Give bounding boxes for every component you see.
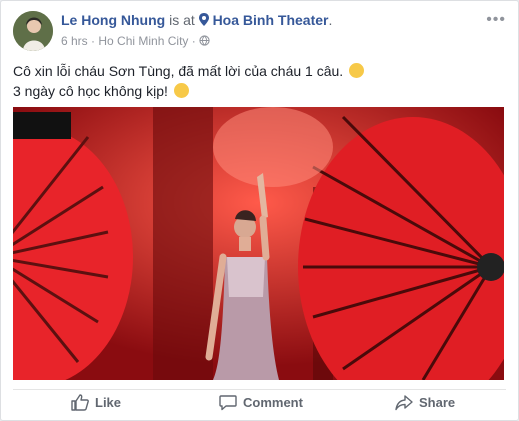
city-link[interactable]: Ho Chi Minh City: [98, 34, 188, 48]
like-button[interactable]: Like: [71, 394, 121, 411]
globe-icon[interactable]: [199, 34, 210, 48]
location-link[interactable]: Hoa Binh Theater: [213, 12, 329, 28]
share-icon: [395, 395, 413, 411]
like-label: Like: [95, 395, 122, 410]
meta-separator: ·: [91, 34, 96, 48]
post-text-line-2-content: 3 ngày cô học không kịp!: [13, 83, 168, 99]
more-options-button[interactable]: •••: [486, 12, 506, 28]
avatar[interactable]: [13, 11, 53, 51]
post-text-line-1-content: Cô xin lỗi cháu Sơn Tùng, đã mất lời của…: [13, 63, 344, 79]
share-label: Share: [419, 395, 456, 410]
meta-separator-2: ·: [191, 34, 196, 48]
sad-face-icon: [173, 83, 189, 98]
author-name[interactable]: Le Hong Nhung: [61, 12, 165, 28]
like-icon: [71, 394, 89, 411]
disappointed-face-icon: [349, 63, 365, 78]
post-meta: 6 hrs · Ho Chi Minh City ·: [61, 34, 210, 48]
comment-button[interactable]: Comment: [219, 394, 303, 411]
comment-icon: [219, 395, 237, 411]
location-pin-icon: [198, 12, 213, 28]
post-text-line-2: 3 ngày cô học không kịp!: [13, 81, 364, 101]
is-at-text: is at: [169, 12, 195, 28]
post-text-line-1: Cô xin lỗi cháu Sơn Tùng, đã mất lời của…: [13, 61, 365, 81]
comment-label: Comment: [243, 395, 303, 410]
post-photo[interactable]: [13, 107, 504, 380]
timestamp[interactable]: 6 hrs: [61, 34, 88, 48]
post-card: Le Hong Nhung is at Hoa Binh Theater. 6 …: [0, 0, 519, 421]
post-text: Cô xin lỗi cháu Sơn Tùng, đã mất lời của…: [13, 61, 365, 101]
share-button[interactable]: Share: [395, 394, 455, 411]
location-suffix: .: [328, 12, 333, 28]
black-overlay-box: [13, 112, 71, 139]
action-bar: Like Comment Share: [13, 389, 506, 416]
post-header: Le Hong Nhung is at Hoa Binh Theater.: [61, 12, 332, 28]
